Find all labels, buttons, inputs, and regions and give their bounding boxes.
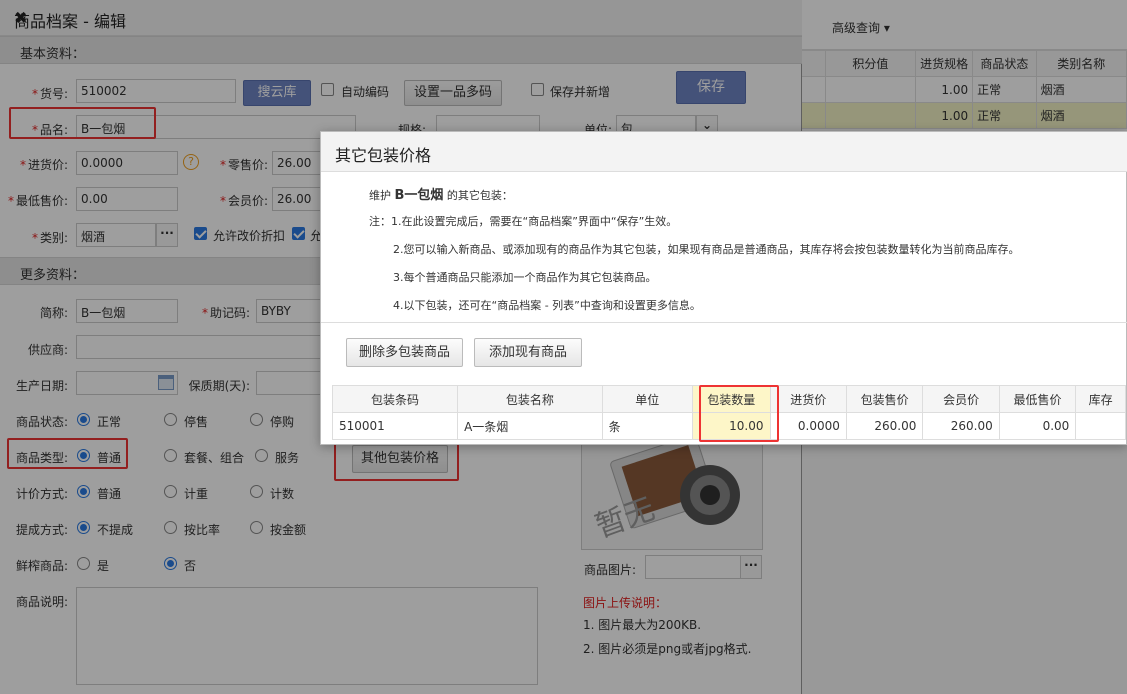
table-cell[interactable]: 260.00: [922, 412, 1000, 440]
table-cell[interactable]: 条: [601, 412, 694, 440]
table-header-cell: 最低售价: [998, 385, 1077, 413]
table-header-cell: 包装条码: [331, 385, 459, 413]
table-cell[interactable]: 0.0000: [769, 412, 847, 440]
dialog-titlebar: 其它包装价格: [321, 132, 1127, 172]
intro-text: 维护 B一包烟 的其它包装：: [369, 188, 513, 203]
delete-package-button[interactable]: 删除多包装商品: [346, 338, 463, 367]
table-cell[interactable]: 510001: [331, 412, 459, 440]
note-1: 注：1.在此设置完成后，需要在“商品档案”界面中“保存”生效。: [369, 215, 678, 228]
table-header-cell: 库存: [1075, 385, 1126, 413]
table-cell[interactable]: [1075, 412, 1126, 440]
table-header-cell: 包装名称: [457, 385, 603, 413]
highlight-quantity-box: [699, 385, 779, 442]
add-existing-button[interactable]: 添加现有商品: [474, 338, 582, 367]
other-package-dialog: 其它包装价格 维护 B一包烟 的其它包装： 注：1.在此设置完成后，需要在“商品…: [320, 131, 1127, 445]
note-2: 2.您可以输入新商品、或添加现有的商品作为其它包装，如果现有商品是普通商品，其库…: [393, 243, 1020, 256]
table-cell[interactable]: 0.00: [998, 412, 1077, 440]
note-4: 4.以下包装，还可在“商品档案 - 列表”中查询和设置更多信息。: [393, 299, 701, 312]
table-header-cell: 会员价: [922, 385, 1000, 413]
dialog-title: 其它包装价格: [335, 146, 432, 165]
note-3: 3.每个普通商品只能添加一个商品作为其它包装商品。: [393, 271, 657, 284]
table-header-cell: 进货价: [769, 385, 847, 413]
table-cell[interactable]: A一条烟: [457, 412, 603, 440]
table-header-cell: 单位: [601, 385, 694, 413]
divider: [321, 322, 1127, 323]
table-header-cell: 包装售价: [845, 385, 924, 413]
table-cell[interactable]: 260.00: [845, 412, 924, 440]
